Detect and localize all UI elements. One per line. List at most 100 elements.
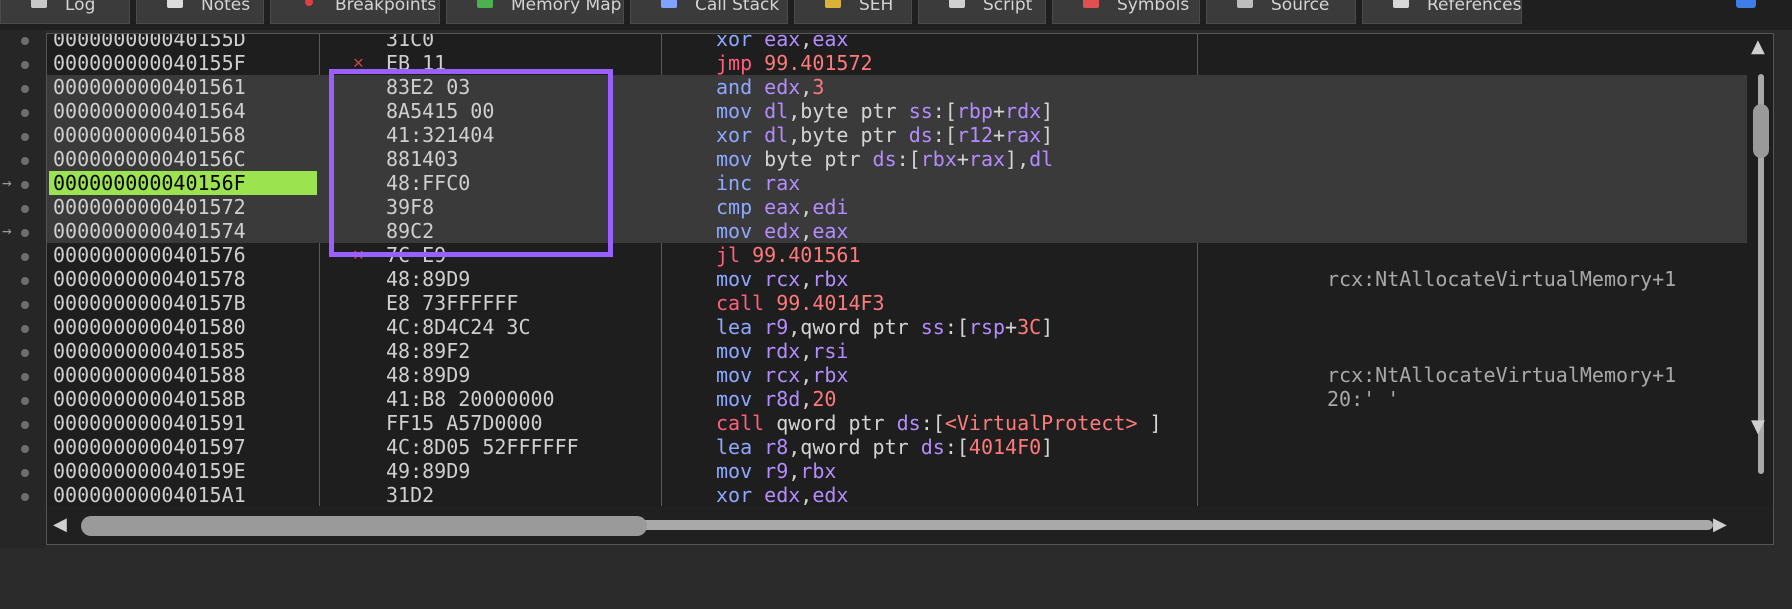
row-address: 0000000000401597 — [53, 435, 246, 459]
tab-source[interactable]: Source — [1206, 0, 1356, 24]
breakpoint-dot[interactable] — [21, 301, 29, 309]
disassembly-row[interactable]: 0000000000401561 83E2 03 and edx,3 — [47, 75, 1747, 99]
tab-label: Script — [983, 0, 1033, 15]
disassembly-view[interactable]: 000000000040155D 31C0 xor eax,eax 000000000… — [46, 33, 1774, 545]
row-instruction: jl 99.401561 — [716, 243, 861, 267]
breakpoint-dot[interactable] — [21, 85, 29, 93]
disassembly-row[interactable]: 00000000004015A1 31D2 xor edx,edx — [47, 483, 1747, 506]
row-instruction: jmp 99.401572 — [716, 51, 873, 75]
breakpoint-dot[interactable] — [21, 349, 29, 357]
jump-arrow-icon: → — [2, 173, 12, 192]
tab-log[interactable]: Log — [0, 0, 130, 24]
disassembly-row[interactable]: 0000000000401576 ✕ 7C E9 jl 99.401561 — [47, 243, 1747, 267]
disassembly-row[interactable]: 0000000000401574 89C2 mov edx,eax — [47, 219, 1747, 243]
disassembly-row[interactable]: 000000000040156C 881403 mov byte ptr ds:[r… — [47, 147, 1747, 171]
row-bytes: FF15 A57D0000 — [386, 411, 543, 435]
operand-part: ] — [1041, 315, 1054, 339]
tab-label: Symbols — [1117, 0, 1190, 15]
tab-memory-map[interactable]: Memory Map — [446, 0, 624, 24]
tab-breakpoints[interactable]: Breakpoints — [270, 0, 440, 24]
row-bytes: 39F8 — [386, 195, 435, 219]
breakpoint-dot[interactable] — [21, 61, 29, 69]
vertical-scroll-thumb[interactable] — [1753, 104, 1769, 158]
row-instruction: mov r9,rbx — [716, 459, 836, 483]
breakpoint-dot[interactable] — [21, 325, 29, 333]
breakpoint-dot[interactable] — [21, 445, 29, 453]
disassembly-row[interactable]: 000000000040157B E8 73FFFFFF call 99.4014F… — [47, 291, 1747, 315]
disassembly-row[interactable]: 000000000040156F 48:FFC0 inc rax — [47, 171, 1747, 195]
operand-part: rdx — [764, 339, 801, 363]
disassembly-row[interactable]: 0000000000401597 4C:8D05 52FFFFFF lea r8,q… — [47, 435, 1747, 459]
operand-part: ds — [896, 411, 921, 435]
operand-part: , — [800, 363, 813, 387]
operand-part: ds — [920, 435, 945, 459]
row-instruction: xor eax,eax — [716, 34, 848, 51]
disassembly-row[interactable]: 0000000000401585 48:89F2 mov rdx,rsi — [47, 339, 1747, 363]
breakpoint-dot[interactable] — [21, 373, 29, 381]
operand-part: <VirtualProtect> — [944, 411, 1138, 435]
breakpoint-dot[interactable] — [21, 253, 29, 261]
row-address: 0000000000401591 — [53, 411, 246, 435]
tab-notes[interactable]: Notes — [136, 0, 264, 24]
scroll-down-arrow-icon[interactable]: ▼ — [1751, 418, 1765, 436]
operand-part: eax — [812, 219, 849, 243]
disassembly-row[interactable]: 0000000000401572 39F8 cmp eax,edi — [47, 195, 1747, 219]
breakpoint-dot[interactable] — [21, 133, 29, 141]
scroll-up-arrow-icon[interactable]: ▲ — [1751, 38, 1765, 56]
operand-part: 3C — [1017, 315, 1042, 339]
row-address: 0000000000401576 — [53, 243, 246, 267]
operand-part: :[ — [932, 99, 957, 123]
disassembly-row[interactable]: 0000000000401588 48:89D9 mov rcx,rbx rcx:Nt… — [47, 363, 1747, 387]
breakpoint-dot[interactable] — [21, 469, 29, 477]
breakpoint-dot[interactable] — [21, 493, 29, 501]
breakpoint-dot[interactable] — [21, 421, 29, 429]
disassembly-row[interactable]: 0000000000401591 FF15 A57D0000 call qword … — [47, 411, 1747, 435]
disassembly-row[interactable]: 0000000000401564 8A5415 00 mov dl,byte ptr… — [47, 99, 1747, 123]
row-address: 0000000000401574 — [53, 219, 246, 243]
tab-symbols[interactable]: Symbols — [1052, 0, 1200, 24]
operand-part: ], — [1005, 147, 1030, 171]
tab-label: SEH — [859, 0, 894, 15]
tab-seh[interactable]: SEH — [794, 0, 912, 24]
notes-icon — [167, 0, 183, 8]
operand-part: rax — [1005, 123, 1042, 147]
row-address: 0000000000401572 — [53, 195, 246, 219]
tab-call-stack[interactable]: Call Stack — [630, 0, 788, 24]
disassembly-row[interactable]: 0000000000401568 41:321404 xor dl,byte ptr… — [47, 123, 1747, 147]
disassembly-row[interactable]: 000000000040155F ✕ EB 11 jmp 99.401572 — [47, 51, 1747, 75]
row-comment: rcx:NtAllocateVirtualMemory+1 — [1327, 267, 1677, 291]
disassembly-row[interactable]: 0000000000401580 4C:8D4C24 3C lea r9,qword… — [47, 315, 1747, 339]
breakpoint-dot[interactable] — [21, 37, 29, 45]
disassembly-row[interactable]: 0000000000401578 48:89D9 mov rcx,rbx rcx:Nt… — [47, 267, 1747, 291]
operand-part: + — [993, 123, 1006, 147]
row-bytes: 4C:8D05 52FFFFFF — [386, 435, 579, 459]
mnemonic: jl — [716, 243, 741, 267]
breakpoint-dot[interactable] — [21, 277, 29, 285]
breakpoint-gutter[interactable]: → → — [0, 30, 46, 550]
breakpoint-dot[interactable] — [21, 397, 29, 405]
horizontal-scrollbar[interactable]: ◀ ▶ — [47, 506, 1773, 544]
breakpoint-dot[interactable] — [21, 229, 29, 237]
more-tabs-icon[interactable] — [1736, 0, 1756, 8]
operand-part: , — [800, 219, 813, 243]
row-instruction: mov rdx,rsi — [716, 339, 848, 363]
breakpoint-dot[interactable] — [21, 157, 29, 165]
disassembly-row[interactable]: 000000000040159E 49:89D9 mov r9,rbx — [47, 459, 1747, 483]
row-address: 00000000004015A1 — [53, 483, 246, 506]
vertical-scrollbar[interactable]: ▲ ▼ — [1747, 34, 1773, 506]
horizontal-scroll-thumb[interactable] — [81, 516, 647, 536]
breakpoint-dot[interactable] — [21, 205, 29, 213]
disassembly-row[interactable]: 000000000040158B 41:B8 20000000 mov r8d,20… — [47, 387, 1747, 411]
row-bytes: 31C0 — [386, 34, 435, 51]
breakpoint-dot[interactable] — [21, 181, 29, 189]
tab-script[interactable]: Script — [918, 0, 1046, 24]
operand-part: ss — [920, 315, 945, 339]
mnemonic: lea — [716, 435, 753, 459]
operand-part: ds — [908, 123, 933, 147]
disassembly-row[interactable]: 000000000040155D 31C0 xor eax,eax — [47, 34, 1747, 51]
tab-label: Log — [65, 0, 96, 15]
breakpoint-dot[interactable] — [21, 109, 29, 117]
scroll-right-arrow-icon[interactable]: ▶ — [1713, 516, 1727, 534]
tab-references[interactable]: References — [1362, 0, 1522, 24]
scroll-left-arrow-icon[interactable]: ◀ — [53, 516, 67, 534]
